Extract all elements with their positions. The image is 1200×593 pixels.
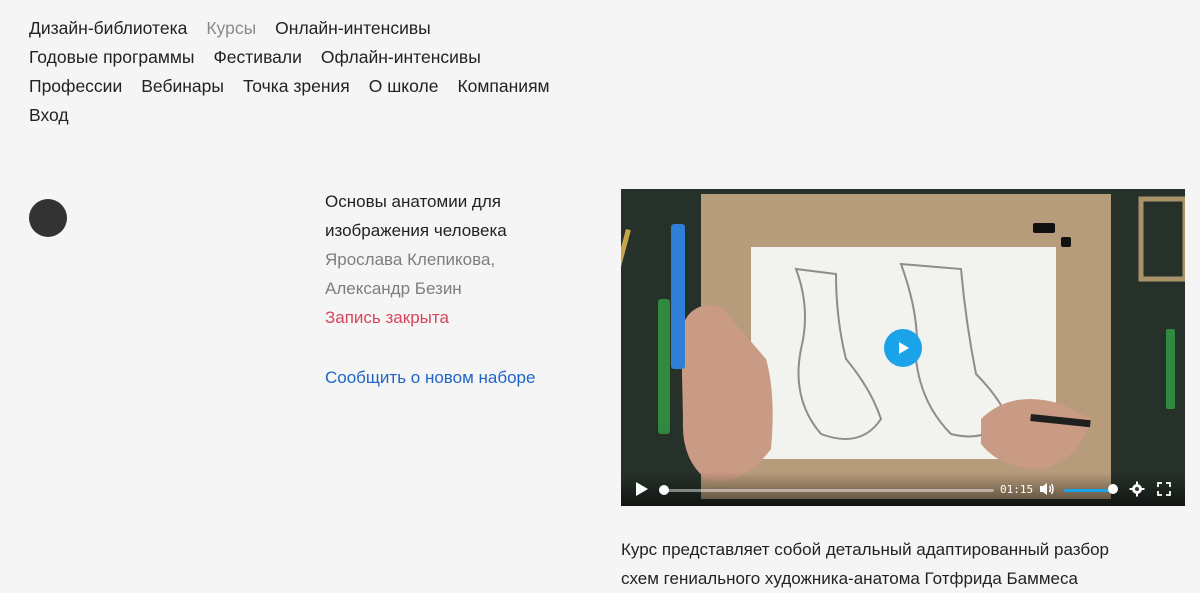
volume-handle[interactable]	[1108, 484, 1118, 494]
nav-item-about-school[interactable]: О школе	[369, 72, 439, 101]
nav-item-webinars[interactable]: Вебинары	[141, 72, 224, 101]
volume-icon[interactable]	[1039, 482, 1055, 496]
center-play-button[interactable]	[884, 329, 922, 367]
nav-row-1: Дизайн-библиотека Курсы Онлайн-интенсивы	[29, 14, 629, 43]
progress-handle[interactable]	[659, 485, 669, 495]
course-title-line-2: изображения человека	[325, 221, 507, 240]
nav-item-companies[interactable]: Компаниям	[457, 72, 549, 101]
logo-dot[interactable]	[29, 199, 67, 237]
nav-item-annual-programs[interactable]: Годовые программы	[29, 43, 195, 72]
nav-item-festivals[interactable]: Фестивали	[214, 43, 302, 72]
enrollment-status: Запись закрыта	[325, 308, 449, 327]
nav-item-point-of-view[interactable]: Точка зрения	[243, 72, 350, 101]
course-author-1: Ярослава Клепикова,	[325, 250, 496, 269]
notify-new-enrollment-link[interactable]: Сообщить о новом наборе	[325, 363, 585, 392]
settings-gear-icon[interactable]	[1129, 481, 1145, 497]
nav-item-offline-intensives[interactable]: Офлайн-интенсивы	[321, 43, 481, 72]
course-title-line-1: Основы анатомии для	[325, 192, 501, 211]
play-icon[interactable]	[635, 481, 649, 497]
play-icon	[899, 342, 909, 354]
nav-item-online-intensives[interactable]: Онлайн-интенсивы	[275, 14, 431, 43]
progress-bar[interactable]	[664, 489, 994, 492]
time-display: 01:15	[1000, 483, 1034, 496]
nav-row-2: Годовые программы Фестивали Офлайн-интен…	[29, 43, 629, 72]
course-description: Курс представляет собой детальный адапти…	[621, 535, 1181, 593]
description-line-2: схем гениального художника-анатома Готфр…	[621, 569, 1078, 588]
video-controls: 01:15	[621, 472, 1185, 506]
volume-slider[interactable]	[1064, 489, 1114, 492]
description-line-1: Курс представляет собой детальный адапти…	[621, 540, 1109, 559]
course-author-2: Александр Безин	[325, 279, 462, 298]
course-video-player[interactable]: 01:15	[621, 189, 1185, 506]
course-info: Основы анатомии для изображения человека…	[325, 187, 585, 392]
fullscreen-icon[interactable]	[1156, 481, 1172, 497]
nav-item-login[interactable]: Вход	[29, 101, 69, 130]
nav-item-courses[interactable]: Курсы	[206, 14, 256, 43]
nav-row-3: Профессии Вебинары Точка зрения О школе …	[29, 72, 629, 101]
main-nav: Дизайн-библиотека Курсы Онлайн-интенсивы…	[29, 14, 629, 130]
nav-item-professions[interactable]: Профессии	[29, 72, 122, 101]
nav-item-design-library[interactable]: Дизайн-библиотека	[29, 14, 187, 43]
nav-row-4: Вход	[29, 101, 629, 130]
